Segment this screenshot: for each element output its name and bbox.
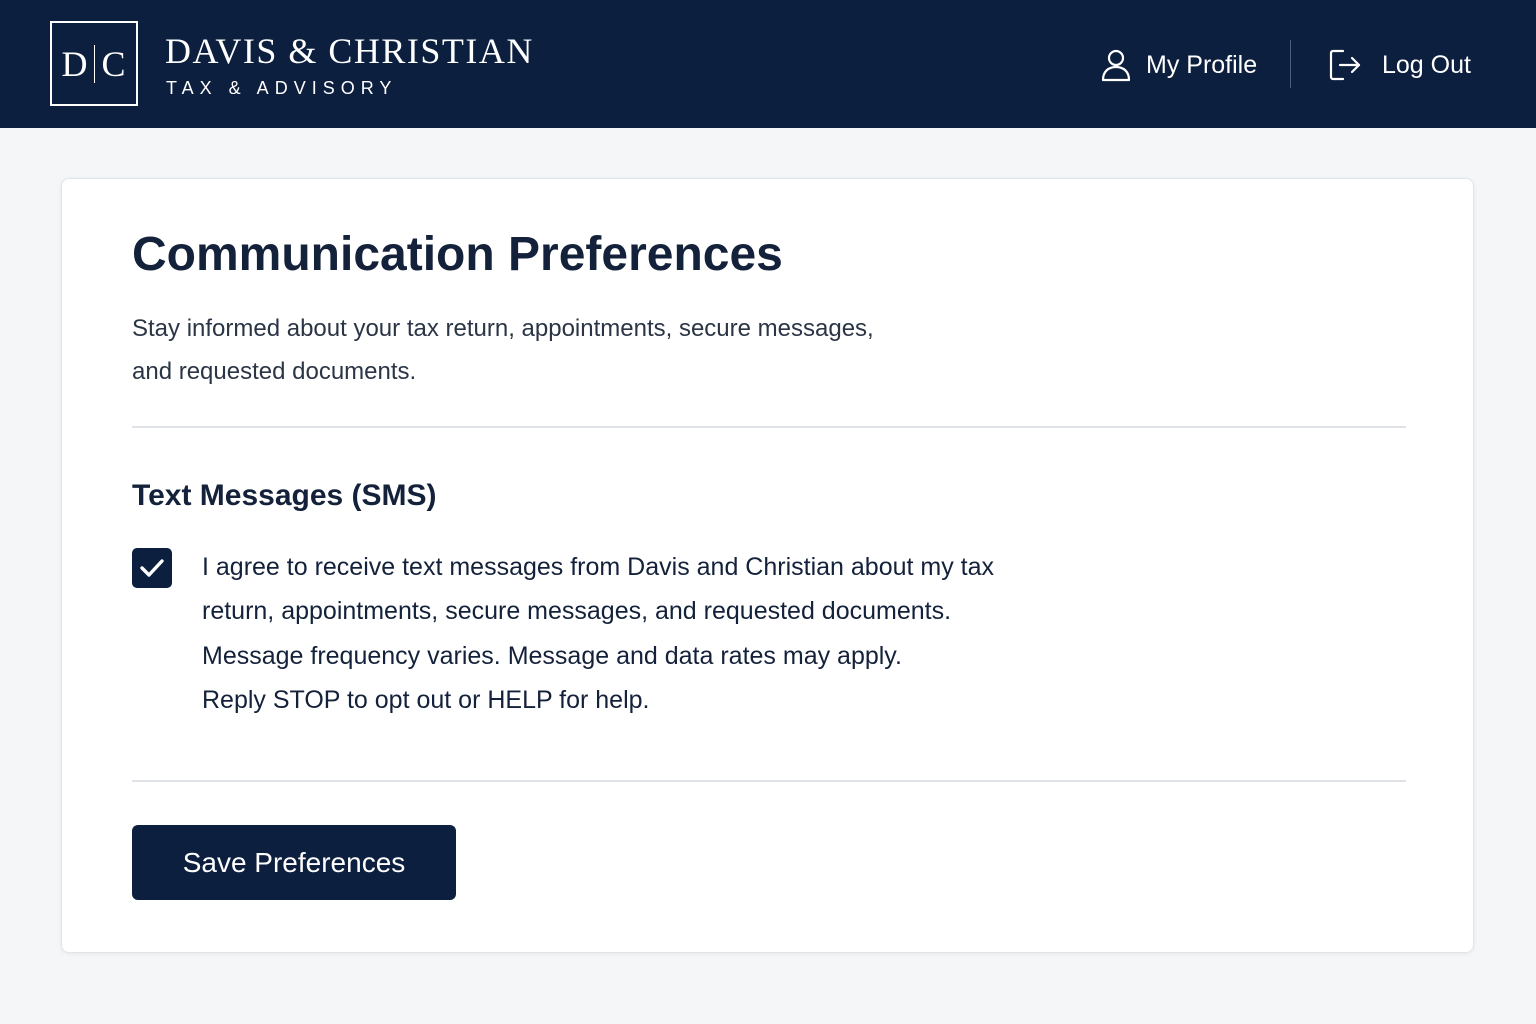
intro-text: Stay informed about your tax return, app… (132, 307, 992, 393)
consent-line: I agree to receive text messages from Da… (202, 553, 995, 581)
intro-line: Stay informed about your tax return, app… (132, 315, 874, 342)
intro-line: and requested documents. (132, 358, 417, 385)
logo-letter-right: C (101, 43, 127, 84)
logout-icon (1329, 49, 1361, 81)
logo-letter-left: D (61, 43, 89, 84)
preferences-card: Communication Preferences Stay informed … (61, 178, 1474, 953)
nav-divider (1290, 40, 1291, 88)
consent-line: return, appointments, secure messages, a… (202, 597, 952, 626)
brand-name: DAVIS & CHRISTIAN (165, 31, 534, 71)
section-divider (132, 426, 1406, 428)
save-preferences-button[interactable]: Save Preferences (132, 825, 456, 900)
top-navigation-bar: D C DAVIS & CHRISTIAN TAX & ADVISORY My … (0, 0, 1536, 128)
log-out-link[interactable]: Log Out (1328, 44, 1471, 86)
consent-line: Reply STOP to opt out or HELP for help. (202, 685, 650, 714)
checkmark-icon (140, 559, 164, 577)
my-profile-link[interactable]: My Profile (1100, 44, 1257, 86)
section-divider (132, 780, 1406, 782)
page-title: Communication Preferences (132, 228, 783, 281)
user-icon (1101, 49, 1131, 82)
brand-logo[interactable]: D C (50, 21, 138, 106)
logo-separator (94, 44, 96, 83)
sms-consent-checkbox[interactable] (132, 548, 172, 588)
brand-subtitle: TAX & ADVISORY (166, 78, 398, 98)
log-out-label: Log Out (1382, 50, 1471, 79)
consent-line: Message frequency varies. Message and da… (202, 641, 902, 670)
sms-consent-text: I agree to receive text messages from Da… (202, 545, 1082, 722)
my-profile-label: My Profile (1146, 50, 1258, 79)
sms-section-title: Text Messages (SMS) (132, 479, 437, 512)
